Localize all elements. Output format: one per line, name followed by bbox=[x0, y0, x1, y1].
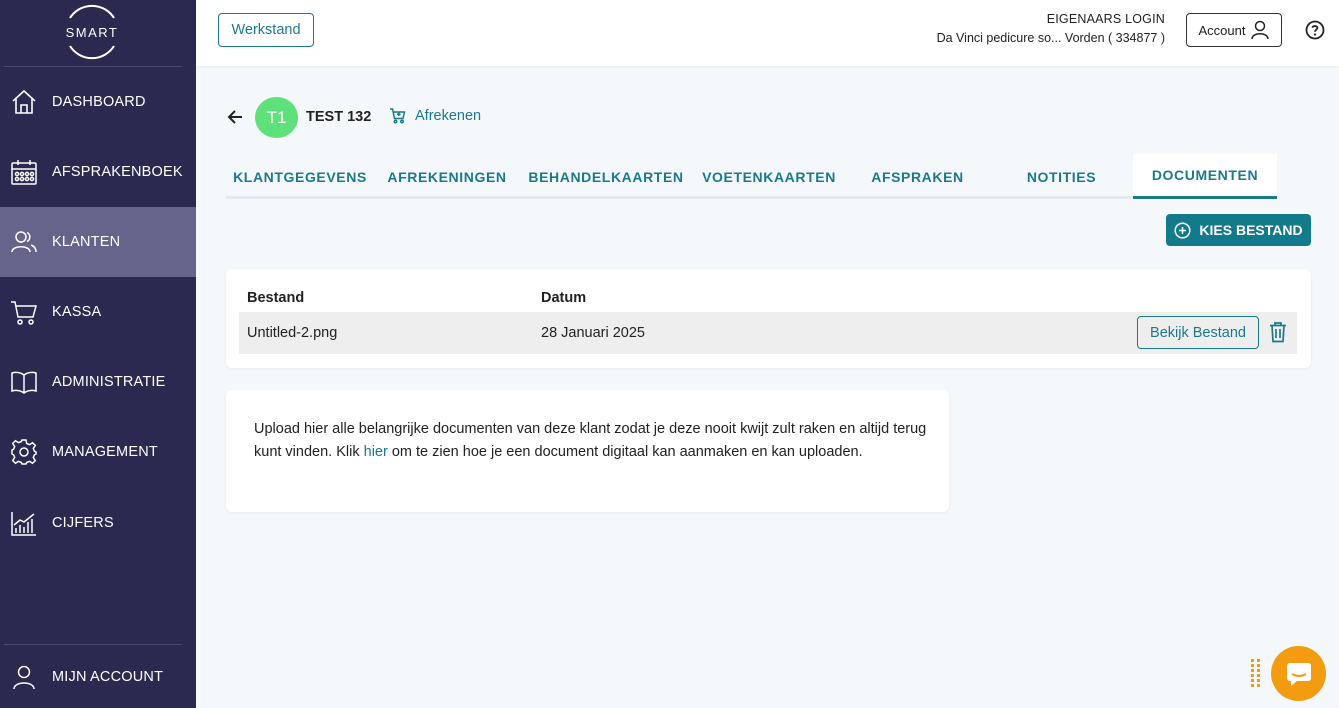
column-header-bestand: Bestand bbox=[247, 290, 305, 306]
tab-notities[interactable]: NOTITIES bbox=[995, 154, 1128, 199]
sidebar: SMART DASHBOARD AFSPRAKENBOEK KLANTEN KA… bbox=[0, 0, 196, 708]
sidebar-item-label: MIJN ACCOUNT bbox=[52, 668, 164, 685]
tab-afspraken[interactable]: AFSPRAKEN bbox=[850, 154, 985, 199]
file-name-cell: Untitled-2.png bbox=[247, 325, 338, 341]
help-icon[interactable] bbox=[1305, 20, 1325, 40]
trash-icon[interactable] bbox=[1268, 321, 1288, 343]
drag-handle-icon[interactable] bbox=[1251, 659, 1261, 689]
afrekenen-label: Afrekenen bbox=[415, 107, 482, 124]
sidebar-item-label: AFSPRAKENBOEK bbox=[52, 164, 183, 180]
client-name: TEST 132 bbox=[306, 109, 372, 125]
client-avatar: T1 bbox=[255, 97, 298, 138]
sidebar-item-label: KASSA bbox=[52, 304, 102, 320]
sidebar-item-label: DASHBOARD bbox=[52, 94, 146, 110]
cart-icon bbox=[11, 301, 37, 325]
info-text-part: om te zien hoe je een document digitaal … bbox=[387, 443, 863, 460]
cart-add-icon bbox=[390, 108, 406, 124]
book-icon bbox=[11, 371, 37, 394]
help-link[interactable]: hier bbox=[364, 444, 388, 460]
sidebar-item-label: MANAGEMENT bbox=[52, 444, 158, 460]
logo-text: SMART bbox=[66, 25, 119, 40]
chart-icon bbox=[11, 512, 36, 536]
owner-login-label: EIGENAARS LOGIN bbox=[1046, 12, 1165, 26]
users-icon bbox=[11, 231, 37, 253]
table-row: Untitled-2.png 28 Januari 2025 Bekijk Be… bbox=[239, 312, 1297, 354]
tab-afrekeningen[interactable]: AFREKENINGEN bbox=[378, 154, 516, 199]
sidebar-item-cijfers[interactable]: CIJFERS bbox=[0, 488, 196, 558]
werkstand-button[interactable]: Werkstand bbox=[218, 13, 314, 47]
tab-klantgegevens[interactable]: KLANTGEGEVENS bbox=[226, 154, 374, 199]
documents-table: Bestand Datum Untitled-2.png 28 Januari … bbox=[226, 269, 1311, 368]
account-label: Account bbox=[1198, 22, 1246, 38]
sidebar-item-afsprakenboek[interactable]: AFSPRAKENBOEK bbox=[0, 137, 196, 207]
sidebar-item-label: ADMINISTRATIE bbox=[52, 374, 166, 390]
date-cell: 28 Januari 2025 bbox=[541, 325, 645, 341]
info-card: Upload hier alle belangrijke documenten … bbox=[226, 390, 949, 512]
chat-button[interactable] bbox=[1271, 646, 1326, 701]
sidebar-item-label: CIJFERS bbox=[52, 515, 114, 531]
sidebar-item-klanten[interactable]: KLANTEN bbox=[0, 207, 196, 277]
tab-behandelkaarten[interactable]: BEHANDELKAARTEN bbox=[526, 154, 686, 199]
sidebar-item-kassa[interactable]: KASSA bbox=[0, 277, 196, 347]
sidebar-item-dashboard[interactable]: DASHBOARD bbox=[0, 67, 196, 137]
top-header: Werkstand EIGENAARS LOGIN Da Vinci pedic… bbox=[196, 0, 1339, 66]
column-header-datum: Datum bbox=[541, 290, 587, 306]
gear-icon bbox=[11, 439, 37, 465]
kies-bestand-button[interactable]: KIES BESTAND bbox=[1166, 214, 1311, 246]
plus-circle-icon bbox=[1174, 221, 1191, 239]
sidebar-item-management[interactable]: MANAGEMENT bbox=[0, 417, 196, 487]
smart-logo[interactable]: SMART bbox=[62, 4, 122, 60]
kies-bestand-label: KIES BESTAND bbox=[1199, 222, 1303, 238]
afrekenen-button[interactable]: Afrekenen bbox=[389, 107, 481, 124]
calendar-icon bbox=[11, 160, 37, 185]
account-button[interactable]: Account bbox=[1186, 13, 1282, 47]
info-text: Upload hier alle belangrijke documenten … bbox=[254, 418, 934, 463]
user-icon bbox=[1251, 20, 1270, 40]
tab-documenten[interactable]: DOCUMENTEN bbox=[1133, 154, 1277, 199]
tab-voetenkaarten[interactable]: VOETENKAARTEN bbox=[694, 154, 844, 199]
sidebar-item-mijn-account[interactable]: MIJN ACCOUNT bbox=[0, 645, 196, 708]
sidebar-item-administratie[interactable]: ADMINISTRATIE bbox=[0, 347, 196, 417]
user-icon bbox=[13, 665, 35, 689]
view-file-button[interactable]: Bekijk Bestand bbox=[1137, 316, 1259, 349]
salon-name: Da Vinci pedicure so... Vorden ( 334877 … bbox=[936, 31, 1165, 45]
chat-icon bbox=[1286, 662, 1311, 686]
back-arrow-icon[interactable] bbox=[226, 108, 244, 126]
home-icon bbox=[12, 89, 36, 114]
sidebar-item-label: KLANTEN bbox=[52, 234, 121, 250]
